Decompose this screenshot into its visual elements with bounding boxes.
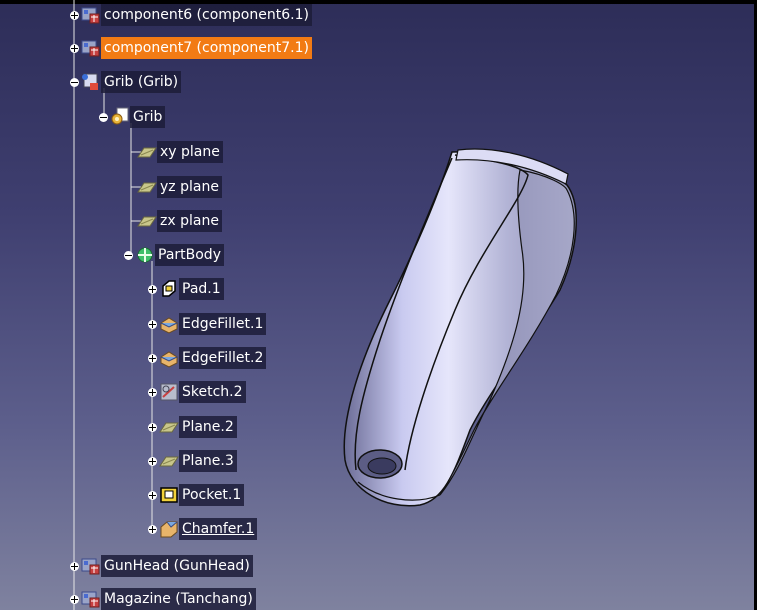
expand-icon[interactable] (148, 353, 157, 363)
plane-icon (137, 142, 157, 162)
tree-node-label[interactable]: EdgeFillet.2 (179, 347, 267, 369)
expand-icon[interactable] (148, 422, 157, 432)
tree-node-plane3[interactable]: Plane.3 (148, 449, 237, 473)
tree-node-label[interactable]: Chamfer.1 (179, 518, 258, 540)
tree-node-label[interactable]: PartBody (155, 244, 224, 266)
expand-icon[interactable] (70, 594, 79, 604)
collapse-icon[interactable] (99, 112, 108, 122)
fillet-icon (159, 314, 179, 334)
expand-icon[interactable] (70, 561, 79, 571)
tree-node-label[interactable]: Pad.1 (179, 278, 224, 300)
tree-node-label[interactable]: Plane.3 (179, 450, 237, 472)
body-icon (135, 245, 155, 265)
expand-icon[interactable] (148, 319, 157, 329)
component-icon (81, 5, 101, 25)
tree-node-label[interactable]: Pocket.1 (179, 484, 245, 506)
tree-node-zx-plane[interactable]: zx plane (126, 209, 222, 233)
3d-viewport[interactable]: component6 (component6.1) component7 (com… (0, 0, 757, 610)
tree-node-partbody[interactable]: PartBody (124, 243, 224, 267)
sketch-icon (159, 382, 179, 402)
tree-node-xy-plane[interactable]: xy plane (126, 140, 223, 164)
component-icon (81, 556, 101, 576)
tree-node-yz-plane[interactable]: yz plane (126, 175, 222, 199)
chamfer-icon (159, 519, 179, 539)
tree-node-edgefillet2[interactable]: EdgeFillet.2 (148, 346, 267, 370)
tree-node-label[interactable]: Sketch.2 (179, 381, 246, 403)
tree-node-component6[interactable]: component6 (component6.1) (70, 3, 312, 27)
tree-node-label[interactable]: GunHead (GunHead) (101, 555, 253, 577)
pocket-icon (159, 485, 179, 505)
expand-icon[interactable] (70, 10, 79, 20)
tree-node-label[interactable]: component6 (component6.1) (101, 4, 312, 26)
tree-node-label[interactable]: component7 (component7.1) (101, 37, 312, 59)
tree-node-label[interactable]: Grib (130, 106, 166, 128)
tree-node-component7[interactable]: component7 (component7.1) (70, 36, 312, 60)
tree-node-label[interactable]: EdgeFillet.1 (179, 313, 267, 335)
expand-icon[interactable] (148, 387, 157, 397)
pad-icon (159, 279, 179, 299)
collapse-icon[interactable] (70, 77, 79, 87)
tree-node-label[interactable]: zx plane (157, 210, 222, 232)
tree-node-gunhead[interactable]: GunHead (GunHead) (70, 554, 253, 578)
plane-icon (137, 177, 157, 197)
tree-node-pad[interactable]: Pad.1 (148, 277, 224, 301)
plane-icon (159, 451, 179, 471)
expand-icon[interactable] (148, 284, 157, 294)
part-icon (110, 107, 130, 127)
tree-node-magazine[interactable]: Magazine (Tanchang) (70, 587, 256, 610)
expand-icon[interactable] (148, 524, 157, 534)
tree-node-plane2[interactable]: Plane.2 (148, 415, 237, 439)
expand-icon[interactable] (148, 490, 157, 500)
tree-node-label[interactable]: Plane.2 (179, 416, 237, 438)
tree-node-label[interactable]: yz plane (157, 176, 222, 198)
tree-node-grib-part[interactable]: Grib (99, 105, 166, 129)
tree-node-sketch2[interactable]: Sketch.2 (148, 380, 246, 404)
plane-icon (159, 417, 179, 437)
plane-icon (137, 211, 157, 231)
tree-node-chamfer1[interactable]: Chamfer.1 (148, 517, 258, 541)
expand-icon[interactable] (148, 456, 157, 466)
fillet-icon (159, 348, 179, 368)
expand-icon[interactable] (70, 43, 79, 53)
tree-node-edgefillet1[interactable]: EdgeFillet.1 (148, 312, 267, 336)
tree-node-pocket1[interactable]: Pocket.1 (148, 483, 245, 507)
product-icon (81, 72, 101, 92)
collapse-icon[interactable] (124, 250, 133, 260)
tree-node-label[interactable]: xy plane (157, 141, 223, 163)
component-icon (81, 38, 101, 58)
tree-node-label[interactable]: Magazine (Tanchang) (101, 588, 256, 610)
tree-node-grib-product[interactable]: Grib (Grib) (70, 70, 182, 94)
pocket-hole-inner (367, 457, 397, 475)
tree-node-label[interactable]: Grib (Grib) (101, 71, 182, 93)
component-icon (81, 589, 101, 609)
